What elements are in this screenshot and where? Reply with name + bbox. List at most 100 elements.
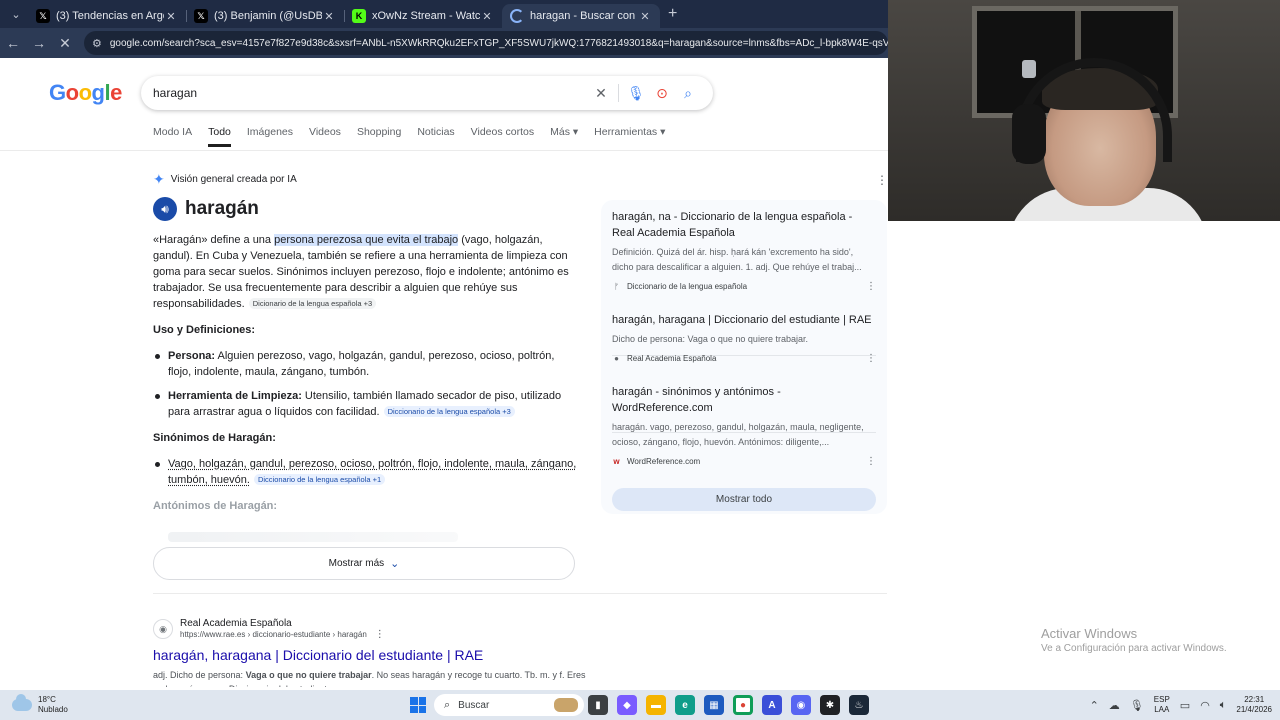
- tab-title: xOwNz Stream - Watch Live on: [372, 10, 480, 22]
- search-highlight-icon: [554, 698, 578, 712]
- more-options-icon[interactable]: ⋮: [876, 173, 888, 187]
- store-icon[interactable]: ▦: [704, 695, 724, 715]
- filter-videos-cortos[interactable]: Videos cortos: [471, 126, 534, 147]
- browser-tab-bar: ⌄ 𝕏 (3) Tendencias en Argentina on ✕ 𝕏 (…: [0, 0, 888, 28]
- microphone-icon[interactable]: 🎙︎: [623, 85, 649, 102]
- more-options-icon[interactable]: ⋮: [866, 456, 876, 467]
- edge-icon[interactable]: e: [675, 695, 695, 715]
- result-title-link[interactable]: haragán, haragana | Diccionario del estu…: [153, 647, 593, 663]
- source-title[interactable]: haragán, haragana | Diccionario del estu…: [612, 312, 876, 328]
- source-desc: haragán. vago, perezoso, gandul, holgazá…: [612, 422, 864, 447]
- tab-1[interactable]: 𝕏 (3) Tendencias en Argentina on ✕: [28, 4, 186, 28]
- source-title[interactable]: haragán - sinónimos y antónimos - WordRe…: [612, 384, 876, 416]
- result-site-name[interactable]: Real Academia Española: [180, 618, 385, 629]
- stop-loading-icon[interactable]: ✕: [52, 30, 78, 56]
- show-more-button[interactable]: Mostrar más ⌄: [153, 547, 575, 580]
- filter-shopping[interactable]: Shopping: [357, 126, 401, 147]
- tab-search-chevron-icon[interactable]: ⌄: [4, 4, 28, 24]
- x-logo-icon: 𝕏: [194, 9, 208, 23]
- snippet-bold: Vaga o que no quiere trabajar: [245, 670, 372, 680]
- section-heading: Sinónimos de Haragán:: [153, 432, 276, 444]
- browser-toolbar: ← → ✕ ⚙ google.com/search?sca_esv=4157e7…: [0, 28, 888, 58]
- close-tab-icon[interactable]: ✕: [480, 10, 494, 23]
- site-info-icon[interactable]: ⚙: [92, 37, 102, 50]
- citation-chip[interactable]: Diccionario de la lengua española +1: [253, 474, 386, 485]
- faded-content: [168, 532, 458, 542]
- tab-4-active[interactable]: haragan - Buscar con Google ✕: [502, 4, 660, 28]
- folder-icon[interactable]: ▬: [646, 695, 666, 715]
- forward-arrow-icon[interactable]: →: [26, 30, 52, 56]
- search-filters: Modo IA Todo Imágenes Videos Shopping No…: [153, 126, 681, 147]
- network-app-icon[interactable]: ☁: [1109, 699, 1120, 712]
- new-tab-icon[interactable]: +: [668, 5, 677, 23]
- tab-title: haragan - Buscar con Google: [530, 10, 638, 22]
- weather-temp: 18°C: [38, 695, 56, 704]
- item-label: Persona:: [168, 350, 216, 362]
- discord-icon[interactable]: ◉: [791, 695, 811, 715]
- more-options-icon[interactable]: ⋮: [866, 281, 876, 292]
- chevron-up-icon[interactable]: ⌃: [1090, 699, 1099, 712]
- logo-letter: G: [49, 80, 66, 105]
- filter-mas[interactable]: Más ▾: [550, 126, 578, 147]
- chrome-icon[interactable]: ●: [733, 695, 753, 715]
- clock[interactable]: 22:31 21/4/2026: [1236, 695, 1272, 715]
- source-site: WordReference.com: [627, 457, 701, 466]
- file-explorer-icon[interactable]: ▮: [588, 695, 608, 715]
- tab-3[interactable]: K xOwNz Stream - Watch Live on ✕: [344, 4, 502, 28]
- microphone-icon[interactable]: 🎙︎: [1130, 699, 1144, 712]
- language-indicator[interactable]: ESP LAA: [1154, 695, 1170, 715]
- close-tab-icon[interactable]: ✕: [322, 10, 336, 23]
- google-logo[interactable]: Google: [49, 80, 122, 106]
- taskbar-search[interactable]: ⌕ Buscar: [434, 694, 584, 716]
- search-input[interactable]: haragan: [153, 86, 588, 100]
- filter-modo-ia[interactable]: Modo IA: [153, 126, 192, 147]
- tab-2[interactable]: 𝕏 (3) Benjamin (@UsDBenja) / X ✕: [186, 4, 344, 28]
- show-all-button[interactable]: Mostrar todo: [612, 488, 876, 511]
- citation-chip[interactable]: Diccionario de la lengua española +3: [383, 406, 515, 417]
- arc-icon[interactable]: A: [762, 695, 782, 715]
- citation-chip[interactable]: Dicionario de la lengua española +3: [248, 298, 377, 309]
- game-icon[interactable]: ✱: [820, 695, 840, 715]
- volume-icon[interactable]: 🔈︎: [1220, 699, 1227, 712]
- rae-feather-icon: ᚠ: [614, 282, 619, 291]
- show-more-label: Mostrar más: [328, 558, 385, 569]
- search-icon: ⌕: [444, 698, 451, 711]
- source-card[interactable]: haragán, na - Diccionario de la lengua e…: [612, 209, 876, 292]
- logo-letter: e: [110, 80, 122, 105]
- filter-herramientas[interactable]: Herramientas ▾: [594, 126, 665, 147]
- back-arrow-icon[interactable]: ←: [0, 30, 26, 56]
- result-url[interactable]: https://www.rae.es › diccionario-estudia…: [180, 630, 367, 639]
- source-card[interactable]: haragán - sinónimos y antónimos - WordRe…: [612, 384, 876, 467]
- kick-logo-icon: K: [352, 9, 366, 23]
- more-options-icon[interactable]: ⋮: [866, 353, 876, 364]
- system-tray: ⌃ ☁ 🎙︎ ESP LAA ▭ ◠ 🔈︎ 22:31 21/4/2026: [1090, 690, 1272, 720]
- search-box[interactable]: haragan ✕ 🎙︎ ⊙ ⌕: [141, 76, 713, 110]
- more-options-icon[interactable]: ⋮: [375, 629, 385, 640]
- filter-noticias[interactable]: Noticias: [417, 126, 454, 147]
- filter-imagenes[interactable]: Imágenes: [247, 126, 293, 147]
- x-logo-icon: 𝕏: [36, 9, 50, 23]
- display-icon[interactable]: ▭: [1180, 699, 1190, 712]
- weather-condition: Nublado: [38, 705, 68, 714]
- source-title[interactable]: haragán, na - Diccionario de la lengua e…: [612, 209, 876, 241]
- windows-start-icon[interactable]: [410, 697, 426, 713]
- filter-videos[interactable]: Videos: [309, 126, 341, 147]
- address-bar[interactable]: ⚙ google.com/search?sca_esv=4157e7f827e9…: [84, 31, 888, 55]
- filter-todo[interactable]: Todo: [208, 126, 231, 147]
- speaker-icon[interactable]: 🔊︎: [153, 197, 177, 221]
- weather-widget[interactable]: 18°C Nublado: [12, 694, 68, 715]
- clear-icon[interactable]: ✕: [588, 85, 614, 102]
- watermark-subtitle: Ve a Configuración para activar Windows.: [1041, 643, 1227, 654]
- search-icon[interactable]: ⌕: [675, 85, 701, 102]
- google-lens-icon[interactable]: ⊙: [649, 85, 675, 102]
- keyboard-layout: LAA: [1154, 705, 1170, 714]
- header-divider: [0, 150, 888, 151]
- copilot-icon[interactable]: ◆: [617, 695, 637, 715]
- wifi-icon[interactable]: ◠: [1200, 699, 1210, 712]
- source-site: Diccionario de la lengua española: [627, 282, 748, 291]
- close-tab-icon[interactable]: ✕: [638, 10, 652, 23]
- close-tab-icon[interactable]: ✕: [164, 10, 178, 23]
- steam-icon[interactable]: ♨: [849, 695, 869, 715]
- source-card[interactable]: haragán, haragana | Diccionario del estu…: [612, 312, 876, 364]
- source-desc: Definición. Quizá del ár. hisp. ḥará kán…: [612, 247, 862, 272]
